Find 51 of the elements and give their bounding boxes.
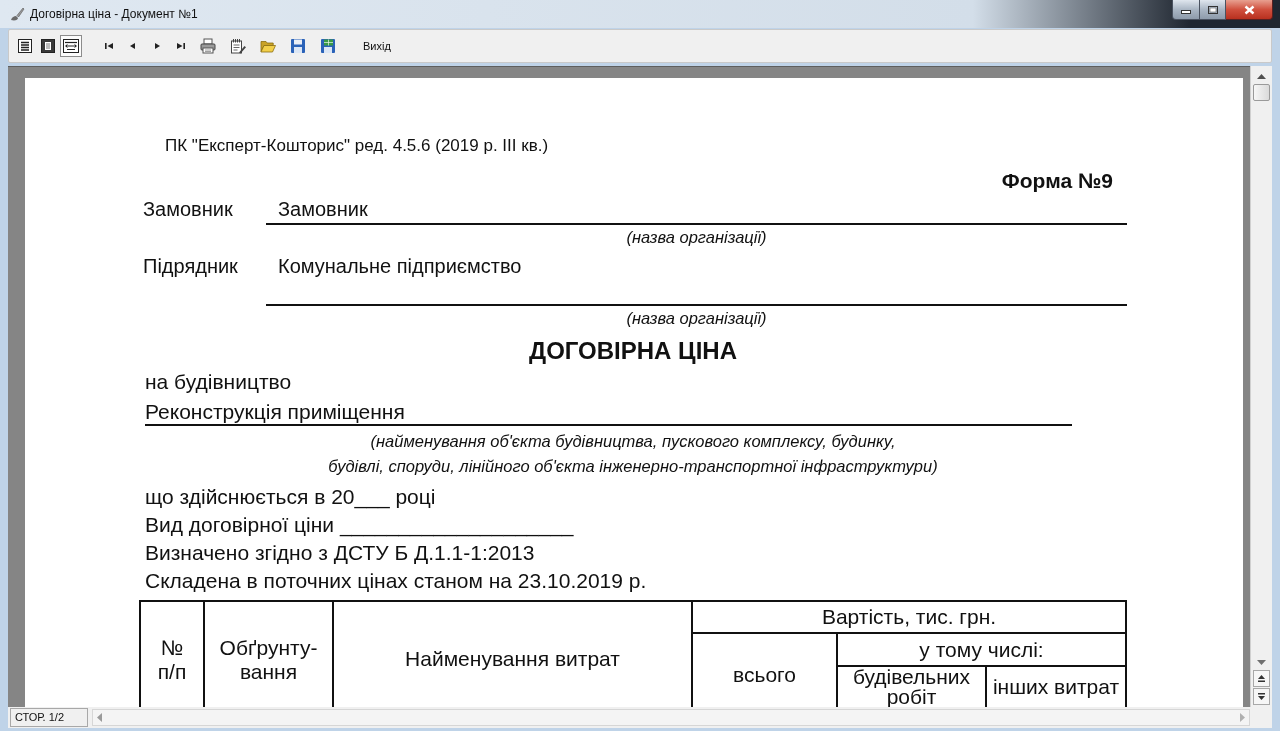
exit-button[interactable]: Вихід [361, 36, 393, 56]
document-title: ДОГОВІРНА ЦІНА [529, 336, 737, 366]
scroll-up-icon[interactable] [1257, 74, 1266, 79]
fit-width-icon [63, 39, 79, 53]
horizontal-scrollbar[interactable] [92, 709, 1250, 726]
field-hint: (назва організації) [626, 227, 767, 247]
first-page-icon[interactable] [104, 41, 114, 51]
construction-label: на будівництво [145, 369, 292, 395]
maximize-icon [1207, 5, 1218, 14]
previous-icon[interactable] [128, 41, 138, 51]
view-mode-button[interactable] [60, 35, 82, 57]
detail-line: Складена в поточних цінах станом на 23.10.2019 р. [145, 568, 647, 594]
page-up-icon [1258, 675, 1265, 682]
last-page-icon[interactable] [176, 41, 186, 51]
scroll-down-icon[interactable] [1257, 660, 1266, 665]
text-lines-icon [18, 39, 32, 53]
field-hint: (найменування об'єкта будівництва, пускового комплексу, будинку, [370, 431, 896, 452]
detail-line: що здійснюється в 20___ році [145, 484, 436, 511]
next-icon[interactable] [152, 41, 162, 51]
brush-icon [9, 6, 25, 22]
fill-in-line: Замовник [266, 196, 1127, 225]
notepad-pencil-icon[interactable] [230, 38, 246, 54]
program-version: ПК "Експерт-Кошторис" ред. 4.5.6 (2019 р. III кв.) [165, 135, 549, 157]
printer-icon[interactable] [200, 38, 216, 54]
maximize-button[interactable] [1200, 0, 1226, 20]
scrollbar-thumb[interactable] [1253, 84, 1270, 101]
page-indicator: СТОР. 1/2 [10, 708, 88, 727]
folder-icon[interactable] [260, 38, 276, 54]
form-number: Форма №9 [1001, 168, 1113, 194]
field-hint: (назва організації) [626, 308, 767, 328]
minimize-button[interactable] [1172, 0, 1200, 20]
minimize-icon [1181, 10, 1191, 14]
fill-in-line: Комунальне підприємство [266, 253, 1127, 306]
party-label: Підрядник [143, 254, 238, 279]
detail-line: Вид договірної ціни ____________________ [145, 512, 574, 539]
page-down-icon [1258, 693, 1265, 700]
page-frame-icon [41, 39, 55, 53]
scroll-left-icon[interactable] [97, 713, 102, 722]
field-hint: будівлі, споруди, лінійного об'єкта інженерно-транспортної інфраструктури) [328, 456, 938, 477]
window-title: Договірна ціна - Документ №1 [30, 6, 198, 22]
next-page-button[interactable] [1253, 688, 1270, 705]
fill-in-line: Реконструкція приміщення [145, 399, 1072, 426]
detail-line: Визначено згідно з ДСТУ Б Д.1.1-1:2013 [145, 540, 535, 566]
previous-page-button[interactable] [1253, 670, 1270, 687]
vertical-scrollbar[interactable] [1250, 66, 1272, 707]
close-icon [1243, 4, 1255, 15]
floppy-grid-icon[interactable] [320, 38, 336, 54]
table-header-cell: у тому числі: [836, 632, 1127, 665]
close-button[interactable] [1226, 0, 1273, 20]
table-header-cell: Вартість, тис. грн. [691, 600, 1127, 632]
party-label: Замовник [143, 197, 233, 222]
